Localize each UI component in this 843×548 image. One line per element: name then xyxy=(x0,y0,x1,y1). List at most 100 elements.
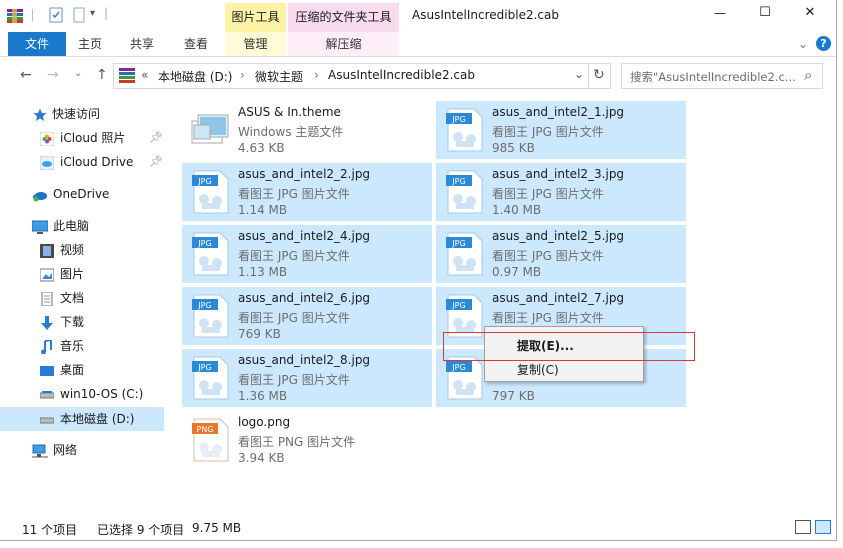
ribbon-expand-icon[interactable]: ⌄ xyxy=(795,32,811,56)
selected-size: 9.75 MB xyxy=(192,521,242,535)
picture-tools-tab[interactable]: 图片工具 xyxy=(225,3,286,32)
status-bar: 11 个项目 已选择 9 个项目 9.75 MB xyxy=(0,516,836,540)
compressed-folder-tools-tab[interactable]: 压缩的文件夹工具 xyxy=(288,3,399,32)
icloud-drive-icon xyxy=(39,155,55,171)
file-size: 1.13 MB xyxy=(238,265,288,279)
new-folder-icon[interactable] xyxy=(71,7,87,23)
menu-item-copy[interactable]: 复制(C) xyxy=(517,361,559,378)
svg-text:JPG: JPG xyxy=(197,363,211,372)
nav-quick-access[interactable]: 快速访问 xyxy=(0,103,164,125)
file-size: 985 KB xyxy=(492,141,535,155)
file-tile[interactable]: ASUS & In.theme Windows 主题文件 4.63 KB xyxy=(182,101,432,159)
breadcrumb-theme-folder[interactable]: 微软主题 xyxy=(255,68,303,85)
svg-text:JPG: JPG xyxy=(451,115,465,124)
file-type: 看图王 JPG 图片文件 xyxy=(238,373,350,387)
title-bar: ▾ | 图片工具 压缩的文件夹工具 AsusIntelIncredible2.c… xyxy=(0,0,836,32)
winrar-app-icon[interactable] xyxy=(6,8,24,24)
properties-icon[interactable] xyxy=(48,7,64,23)
recent-locations-icon[interactable]: ⌄ xyxy=(74,68,82,79)
jpg-file-icon: JPG xyxy=(190,293,232,339)
png-file-icon: PNG xyxy=(190,417,232,463)
nav-documents[interactable]: 文档 xyxy=(0,287,164,309)
computer-icon xyxy=(31,219,49,234)
qat-dropdown-icon[interactable]: ▾ xyxy=(90,8,95,19)
search-icon[interactable]: ⌕ xyxy=(804,66,812,84)
nav-onedrive[interactable]: OneDrive xyxy=(0,183,164,205)
selected-count: 已选择 9 个项目 xyxy=(97,523,185,537)
breadcrumb-drive-d[interactable]: 本地磁盘 (D:) xyxy=(158,68,232,85)
window-title: AsusIntelIncredible2.cab xyxy=(412,8,559,22)
file-tile[interactable]: JPG asus_and_intel2_8.jpg 看图王 JPG 图片文件 1… xyxy=(182,349,432,407)
tab-manage[interactable]: 管理 xyxy=(225,32,286,56)
help-icon[interactable]: ? xyxy=(816,36,831,51)
file-name: asus_and_intel2_6.jpg xyxy=(238,291,371,305)
theme-icon xyxy=(190,107,232,153)
file-tile[interactable]: JPG asus_and_intel2_4.jpg 看图王 JPG 图片文件 1… xyxy=(182,225,432,283)
file-name: asus_and_intel2_8.jpg xyxy=(238,353,371,367)
nav-videos[interactable]: 视频 xyxy=(0,239,164,261)
music-note-icon xyxy=(40,338,54,355)
nav-icloud-photos[interactable]: iCloud 照片 📌︎ xyxy=(0,127,164,149)
file-size: 797 KB xyxy=(492,389,535,403)
pin-icon[interactable]: 📌︎ xyxy=(149,151,163,173)
up-arrow-icon[interactable]: ↑ xyxy=(96,67,108,83)
tab-share[interactable]: 共享 xyxy=(122,32,162,56)
download-arrow-icon xyxy=(40,315,54,330)
forward-arrow-icon[interactable]: → xyxy=(47,67,59,83)
file-tile[interactable]: JPG asus_and_intel2_3.jpg 看图王 JPG 图片文件 1… xyxy=(436,163,686,221)
jpg-file-icon: JPG xyxy=(190,169,232,215)
svg-text:JPG: JPG xyxy=(197,301,211,310)
svg-text:JPG: JPG xyxy=(197,177,211,186)
details-view-icon[interactable] xyxy=(795,520,811,534)
file-name: asus_and_intel2_5.jpg xyxy=(492,229,625,243)
file-tile[interactable]: PNG logo.png 看图王 PNG 图片文件 3.94 KB xyxy=(182,411,432,469)
search-input[interactable]: 搜索"AsusIntelIncredible2.c... xyxy=(630,69,796,85)
minimize-button[interactable]: — xyxy=(700,6,740,26)
tab-file[interactable]: 文件 xyxy=(8,32,66,56)
breadcrumb-sep: › xyxy=(314,68,319,82)
drive-icon xyxy=(39,387,55,401)
tab-view[interactable]: 查看 xyxy=(176,32,216,56)
refresh-icon[interactable]: ↻ xyxy=(593,67,605,83)
file-size: 769 KB xyxy=(238,327,281,341)
pictures-icon xyxy=(39,267,55,282)
file-size: 1.36 MB xyxy=(238,389,288,403)
file-tile[interactable]: JPG asus_and_intel2_5.jpg 看图王 JPG 图片文件 0… xyxy=(436,225,686,283)
icloud-photos-icon xyxy=(39,131,55,147)
tiles-view-icon[interactable] xyxy=(815,520,831,534)
address-bar[interactable]: « 本地磁盘 (D:) › 微软主题 › AsusIntelIncredible… xyxy=(113,63,611,89)
network-icon xyxy=(32,443,48,458)
breadcrumb-cab-file[interactable]: AsusIntelIncredible2.cab xyxy=(328,68,475,82)
maximize-button[interactable]: ☐ xyxy=(745,5,785,25)
tab-extract[interactable]: 解压缩 xyxy=(288,32,399,56)
nav-downloads[interactable]: 下载 xyxy=(0,311,164,333)
back-arrow-icon[interactable]: ← xyxy=(20,67,32,83)
nav-network[interactable]: 网络 xyxy=(0,439,164,461)
address-overflow[interactable]: « xyxy=(141,68,148,82)
nav-this-pc[interactable]: 此电脑 xyxy=(0,215,164,237)
address-dropdown-icon[interactable]: ⌄ xyxy=(574,67,584,81)
tab-home[interactable]: 主页 xyxy=(70,32,110,56)
nav-music[interactable]: 音乐 xyxy=(0,335,164,357)
pin-icon[interactable]: 📌︎ xyxy=(149,127,163,149)
file-tile[interactable]: JPG asus_and_intel2_2.jpg 看图王 JPG 图片文件 1… xyxy=(182,163,432,221)
star-icon xyxy=(33,107,47,121)
nav-icloud-drive[interactable]: iCloud Drive 📌︎ xyxy=(0,151,164,173)
address-divider xyxy=(588,64,589,88)
nav-drive-d[interactable]: 本地磁盘 (D:) xyxy=(0,407,164,431)
search-box[interactable]: 搜索"AsusIntelIncredible2.c... ⌕ xyxy=(621,63,823,89)
jpg-file-icon: JPG xyxy=(190,355,232,401)
file-tile[interactable]: JPG asus_and_intel2_1.jpg 看图王 JPG 图片文件 9… xyxy=(436,101,686,159)
file-name: asus_and_intel2_7.jpg xyxy=(492,291,625,305)
nav-drive-c[interactable]: win10-OS (C:) xyxy=(0,383,164,405)
nav-desktop[interactable]: 桌面 xyxy=(0,359,164,381)
nav-pictures[interactable]: 图片 xyxy=(0,263,164,285)
file-type: 看图王 JPG 图片文件 xyxy=(492,187,604,201)
file-list: ASUS & In.theme Windows 主题文件 4.63 KB JPG… xyxy=(167,96,835,516)
file-name: asus_and_intel2_1.jpg xyxy=(492,105,625,119)
file-type: Windows 主题文件 xyxy=(238,125,344,139)
onedrive-icon xyxy=(32,187,47,202)
file-tile[interactable]: JPG asus_and_intel2_6.jpg 看图王 JPG 图片文件 7… xyxy=(182,287,432,345)
close-button[interactable]: ✕ xyxy=(790,5,830,25)
cab-archive-icon xyxy=(119,68,135,83)
